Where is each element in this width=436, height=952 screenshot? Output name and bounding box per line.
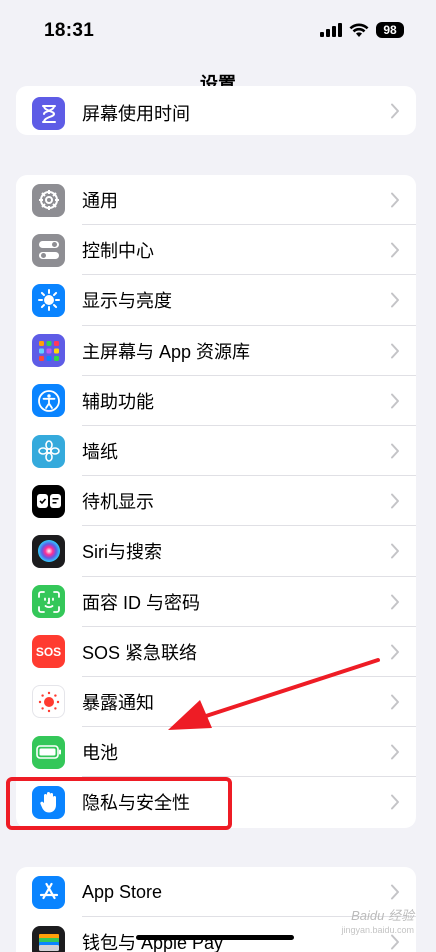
- sos-icon: SOS: [32, 635, 65, 669]
- chevron-right-icon: [391, 744, 399, 760]
- settings-row-control-center[interactable]: 控制中心: [16, 225, 416, 276]
- settings-row-label: App Store: [82, 881, 163, 902]
- settings-row-screen-time[interactable]: 屏幕使用时间: [16, 86, 416, 135]
- chevron-right-icon: [391, 594, 399, 610]
- wallet-icon: [32, 925, 65, 952]
- chevron-right-icon: [391, 934, 399, 950]
- settings-row-label: 暴露通知: [82, 692, 154, 713]
- accessibility-icon: [32, 384, 65, 418]
- exposure-icon: [32, 685, 65, 719]
- app-store-icon: [32, 875, 65, 909]
- status-icons: 98: [320, 22, 404, 38]
- settings-row-siri-search[interactable]: Siri与搜索: [16, 526, 416, 577]
- settings-row-label: 墙纸: [82, 442, 118, 463]
- wifi-icon: [349, 22, 369, 37]
- settings-row-general[interactable]: 通用: [16, 175, 416, 226]
- chevron-right-icon: [391, 443, 399, 459]
- settings-row-label: 通用: [82, 191, 118, 212]
- toggles-icon: [32, 233, 65, 267]
- chevron-right-icon: [391, 694, 399, 710]
- settings-row-label: 屏幕使用时间: [82, 104, 190, 124]
- settings-row-label: 电池: [82, 743, 118, 764]
- sun-icon: [32, 283, 65, 317]
- settings-row-label: 主屏幕与 App 资源库: [82, 341, 251, 362]
- settings-row-face-id[interactable]: 面容 ID 与密码: [16, 577, 416, 627]
- settings-row-label: 待机显示: [82, 492, 154, 513]
- settings-row-label: Siri与搜索: [82, 542, 162, 563]
- chevron-right-icon: [391, 794, 399, 810]
- app-grid-icon: [32, 334, 65, 368]
- siri-icon: [32, 534, 65, 568]
- screen-time-group: 屏幕使用时间: [16, 86, 416, 135]
- watermark-url: jingyan.baidu.com: [341, 925, 414, 935]
- chevron-right-icon: [391, 393, 399, 409]
- settings-row-battery[interactable]: 电池: [16, 727, 416, 778]
- chevron-right-icon: [391, 884, 399, 900]
- settings-row-accessibility[interactable]: 辅助功能: [16, 376, 416, 426]
- gear-icon: [32, 183, 65, 217]
- sos-icon-text: SOS: [35, 644, 62, 659]
- chevron-right-icon: [391, 292, 399, 308]
- general-settings-group: 通用 控制中心 显示与亮度 主屏幕与 App 资源库 辅助功能 墙纸 待机显示 …: [16, 175, 416, 828]
- standby-icon: [32, 484, 65, 518]
- chevron-right-icon: [391, 644, 399, 660]
- settings-row-wallpaper[interactable]: 墙纸: [16, 426, 416, 477]
- settings-row-emergency-sos[interactable]: SOS SOS 紧急联络: [16, 627, 416, 677]
- battery-icon: [32, 735, 65, 769]
- settings-row-home-screen[interactable]: 主屏幕与 App 资源库: [16, 326, 416, 376]
- hourglass-icon: [32, 97, 65, 130]
- settings-row-label: 显示与亮度: [82, 291, 172, 312]
- status-bar: 18:31 98: [0, 0, 436, 60]
- settings-row-label: 钱包与 Apple Pay: [82, 933, 224, 952]
- settings-row-standby[interactable]: 待机显示: [16, 476, 416, 527]
- privacy-highlight-box: [6, 777, 232, 830]
- home-indicator[interactable]: [136, 935, 294, 940]
- battery-indicator: 98: [376, 22, 404, 38]
- chevron-right-icon: [391, 543, 399, 559]
- face-id-icon: [32, 585, 65, 619]
- chevron-right-icon: [391, 242, 399, 258]
- status-time: 18:31: [44, 20, 95, 41]
- settings-row-label: 面容 ID 与密码: [82, 592, 201, 613]
- chevron-right-icon: [391, 493, 399, 509]
- chevron-right-icon: [391, 192, 399, 208]
- settings-row-label: SOS 紧急联络: [82, 642, 198, 663]
- settings-row-display-brightness[interactable]: 显示与亮度: [16, 275, 416, 326]
- watermark-logo: Baidu 经验: [351, 908, 414, 923]
- chevron-right-icon: [391, 343, 399, 359]
- settings-row-exposure-notifications[interactable]: 暴露通知: [16, 677, 416, 728]
- settings-row-label: 辅助功能: [82, 391, 154, 412]
- cellular-signal-icon: [320, 23, 342, 37]
- settings-row-label: 控制中心: [82, 241, 154, 262]
- flower-icon: [32, 434, 65, 468]
- chevron-right-icon: [391, 103, 399, 119]
